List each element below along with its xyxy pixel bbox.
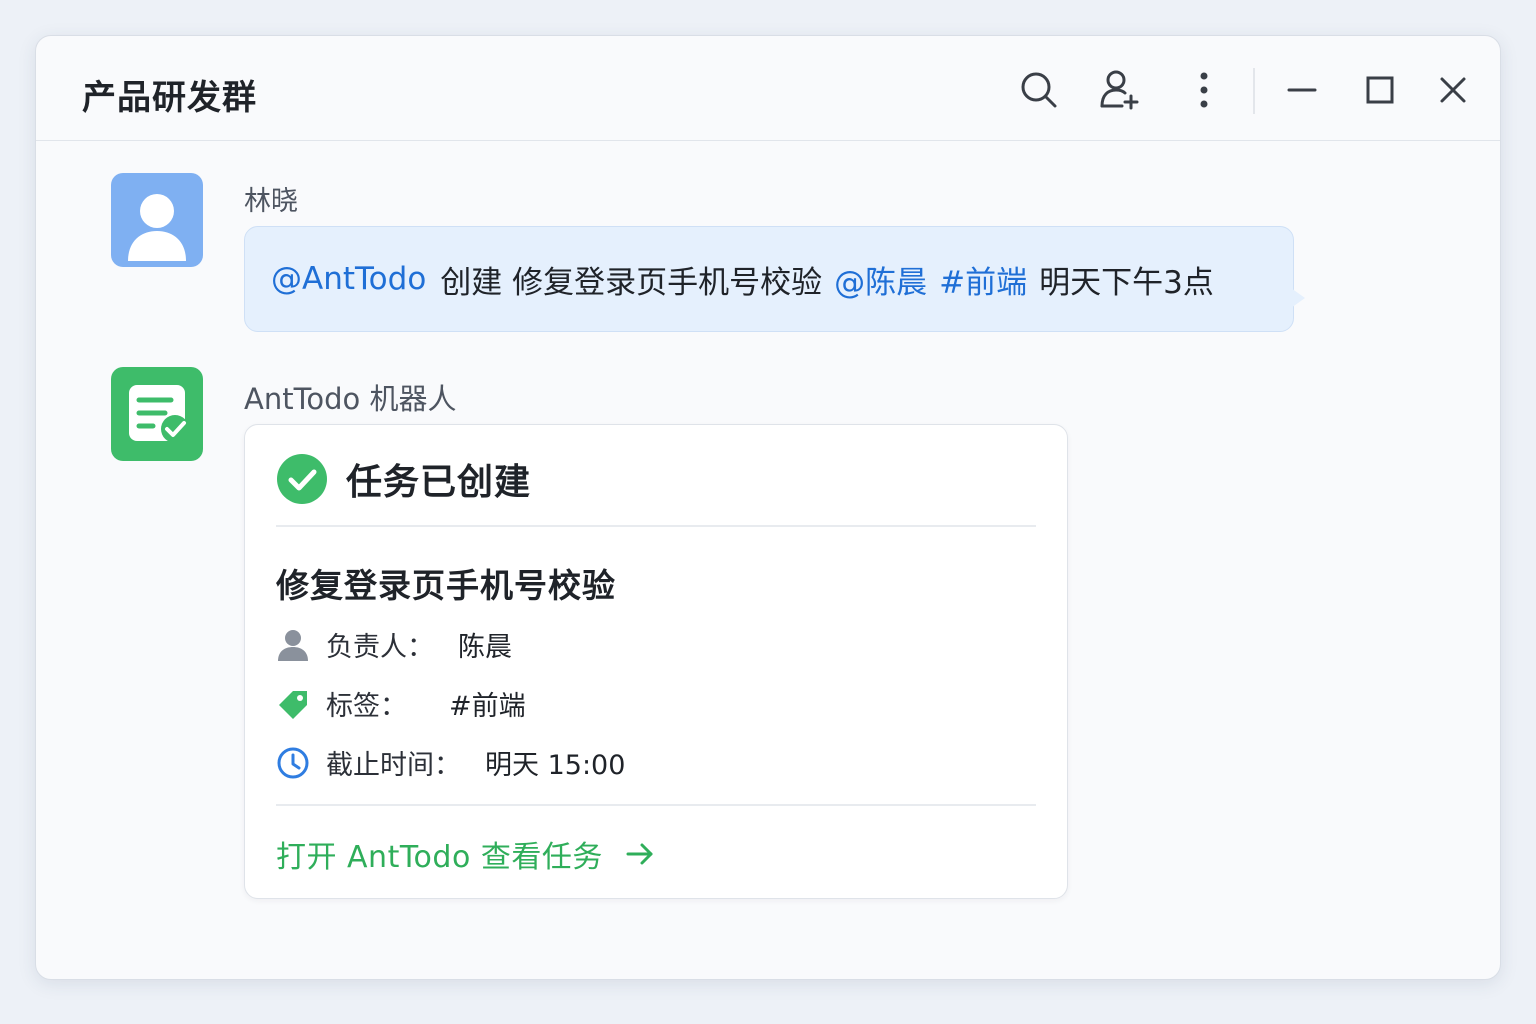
message-bubble: @AntTodo 创建 修复登录页手机号校验 @陈晨 #前端 明天下午3点	[244, 226, 1294, 332]
user-mention[interactable]: @陈晨	[834, 257, 927, 302]
deadline-row: 截止时间： 明天 15:00	[276, 743, 625, 782]
open-anttodo-link[interactable]: 打开 AntTodo 查看任务	[276, 832, 655, 876]
card-header: 任务已创建	[276, 453, 531, 505]
add-member-icon	[1100, 70, 1139, 110]
maximize-button[interactable]	[1356, 66, 1404, 114]
user-icon	[128, 194, 186, 261]
person-icon	[278, 629, 308, 661]
tag-row: 标签： #前端	[276, 684, 526, 723]
close-icon	[1440, 77, 1466, 103]
minimize-icon	[1287, 88, 1317, 92]
card-status-title: 任务已创建	[346, 462, 532, 503]
group-title: 产品研发群	[82, 78, 257, 118]
check-circle-icon	[277, 454, 327, 504]
minimize-button[interactable]	[1278, 66, 1326, 114]
tag-value[interactable]: #前端	[449, 684, 526, 723]
tag-icon	[279, 690, 307, 719]
more-button[interactable]	[1180, 66, 1228, 114]
task-check-icon	[129, 385, 189, 443]
message-text: 创建 修复登录页手机号校验	[440, 264, 823, 301]
clock-icon	[277, 747, 309, 778]
hashtag[interactable]: #前端	[939, 257, 1027, 302]
search-icon	[1021, 72, 1057, 108]
bot-avatar[interactable]	[111, 367, 203, 461]
task-card: 任务已创建 修复登录页手机号校验 负责人： 陈晨 标签： #前端 截止时间： 明…	[244, 424, 1068, 899]
chat-window: 产品研发群 林晓 @AntTodo 创建 修复登录页手机号校验 @陈晨 #前端 …	[35, 35, 1501, 980]
maximize-icon	[1366, 76, 1394, 104]
deadline-value: 明天 15:00	[485, 750, 626, 781]
toolbar-separator	[1253, 68, 1255, 114]
assignee-row: 负责人： 陈晨	[276, 625, 512, 664]
arrow-right-icon	[626, 843, 653, 865]
more-vertical-icon	[1200, 72, 1208, 108]
avatar[interactable]	[111, 173, 203, 267]
title-bar: 产品研发群	[36, 36, 1500, 141]
close-button[interactable]	[1429, 66, 1477, 114]
open-anttodo-link-text: 打开 AntTodo 查看任务	[276, 840, 603, 875]
message-text-time: 明天下午3点	[1039, 264, 1214, 301]
assignee-label: 负责人：	[326, 632, 434, 663]
task-title: 修复登录页手机号校验	[276, 566, 616, 605]
card-divider	[276, 525, 1036, 527]
bubble-tail	[1291, 288, 1305, 308]
assignee-value: 陈晨	[458, 632, 512, 663]
deadline-label: 截止时间：	[326, 750, 461, 781]
search-button[interactable]	[1015, 66, 1063, 114]
bot-sender-name: AntTodo 机器人	[244, 382, 457, 416]
card-divider	[276, 804, 1036, 806]
add-member-button[interactable]	[1096, 66, 1144, 114]
sender-name: 林晓	[244, 186, 298, 217]
tag-label: 标签：	[326, 691, 407, 722]
bot-mention[interactable]: @AntTodo	[271, 261, 426, 297]
